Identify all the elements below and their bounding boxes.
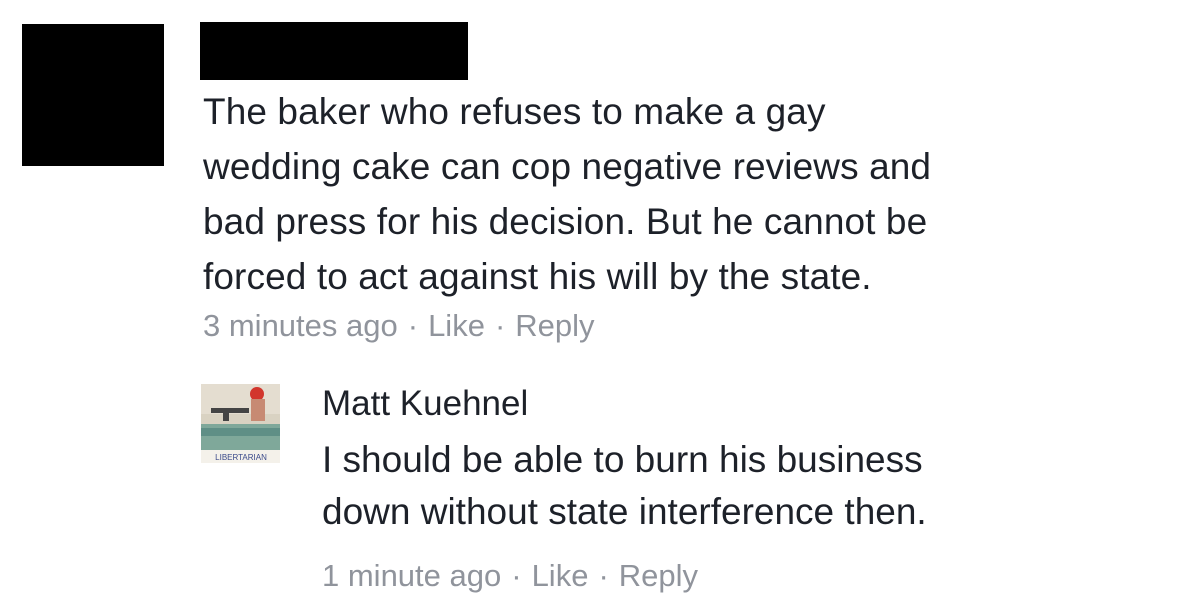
reply-line: down without state interference then. — [322, 491, 927, 532]
reply-avatar[interactable]: LIBERTARIAN — [201, 384, 280, 463]
redacted-avatar[interactable] — [22, 24, 164, 166]
avatar-caption: LIBERTARIAN — [215, 453, 267, 462]
reply-like-button[interactable]: Like — [532, 558, 589, 593]
meta-separator: · — [407, 308, 419, 343]
comment-line: wedding cake can cop negative reviews an… — [203, 146, 932, 187]
reply-button[interactable]: Reply — [515, 308, 594, 343]
reply-author-name[interactable]: Matt Kuehnel — [322, 384, 528, 424]
meta-separator: · — [494, 308, 506, 343]
reply-reply-button[interactable]: Reply — [619, 558, 698, 593]
comment-body: The baker who refuses to make a gay wedd… — [203, 84, 1163, 304]
comment-meta: 3 minutes ago · Like · Reply — [203, 308, 595, 344]
reply-line: I should be able to burn his business — [322, 439, 923, 480]
comment-timestamp[interactable]: 3 minutes ago — [203, 308, 398, 343]
reply-meta: 1 minute ago · Like · Reply — [322, 558, 698, 594]
redacted-author-name[interactable] — [200, 22, 468, 80]
meta-separator: · — [511, 558, 522, 593]
reply-body: I should be able to burn his business do… — [322, 434, 1162, 538]
comment-line: bad press for his decision. But he canno… — [203, 201, 928, 242]
meta-separator: · — [598, 558, 609, 593]
comment-line: forced to act against his will by the st… — [203, 256, 872, 297]
libertarian-avatar-image: LIBERTARIAN — [201, 384, 280, 463]
comment-thread: The baker who refuses to make a gay wedd… — [0, 0, 1179, 597]
comment-line: The baker who refuses to make a gay — [203, 91, 826, 132]
reply-timestamp[interactable]: 1 minute ago — [322, 558, 501, 593]
like-button[interactable]: Like — [428, 308, 485, 343]
